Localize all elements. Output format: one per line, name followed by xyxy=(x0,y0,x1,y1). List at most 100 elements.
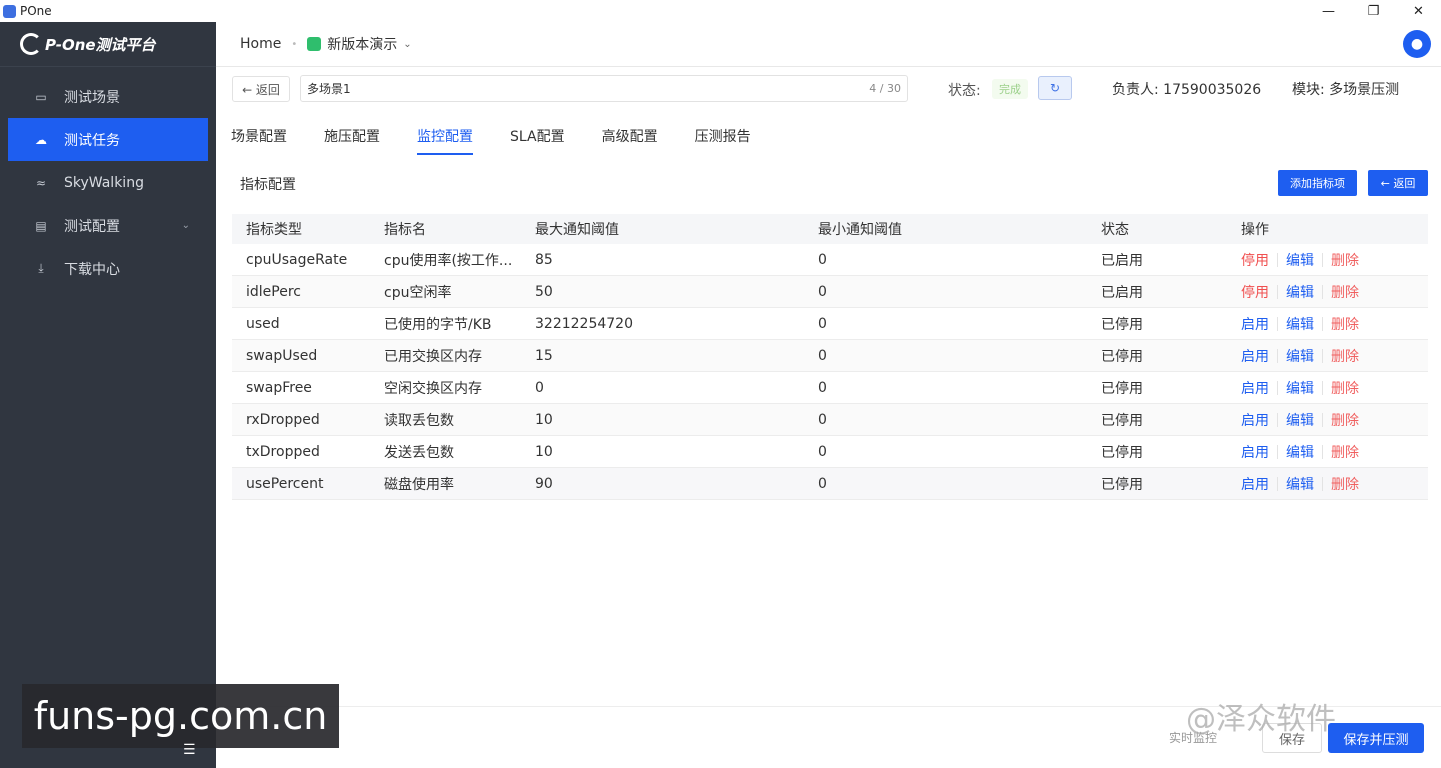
owner-info: 负责人: 17590035026 xyxy=(1112,82,1262,98)
logo: P-One测试平台 xyxy=(0,22,216,67)
metric-name-cell: 发送丢包数 xyxy=(384,444,454,461)
metric-name-cell: 已用交换区内存 xyxy=(384,348,482,365)
min-threshold-cell: 0 xyxy=(818,347,827,364)
edit-link[interactable]: 编辑 xyxy=(1286,410,1314,430)
status-cell: 已停用 xyxy=(1101,412,1143,429)
user-avatar[interactable]: ● xyxy=(1403,30,1431,58)
min-threshold-cell: 0 xyxy=(818,315,827,332)
action-divider xyxy=(1322,380,1323,395)
action-divider xyxy=(1322,252,1323,267)
status-cell: 已停用 xyxy=(1101,348,1143,365)
delete-link[interactable]: 删除 xyxy=(1331,442,1359,462)
edit-link[interactable]: 编辑 xyxy=(1286,378,1314,398)
window-titlebar: POne — ❐ ✕ xyxy=(0,0,1441,22)
action-divider xyxy=(1277,284,1278,299)
window-controls: — ❐ ✕ xyxy=(1306,0,1441,22)
delete-link[interactable]: 删除 xyxy=(1331,410,1359,430)
table-header: 指标类型 指标名 最大通知阈值 最小通知阈值 状态 操作 xyxy=(232,214,1428,244)
tab-advanced-config[interactable]: 高级配置 xyxy=(602,118,658,154)
edit-link[interactable]: 编辑 xyxy=(1286,282,1314,302)
tab-sla-config[interactable]: SLA配置 xyxy=(510,118,565,154)
sidebar-item-test-task[interactable]: ☁ 测试任务 xyxy=(8,118,208,161)
back-button[interactable]: ← 返回 xyxy=(232,76,290,102)
project-selector[interactable]: 新版本演示 xyxy=(327,34,397,54)
close-icon[interactable]: ✕ xyxy=(1396,0,1441,22)
action-divider xyxy=(1322,284,1323,299)
delete-link[interactable]: 删除 xyxy=(1331,378,1359,398)
actions-cell: 启用 编辑 删除 xyxy=(1241,474,1428,494)
action-divider xyxy=(1322,444,1323,459)
sidebar-item-test-config[interactable]: ▤ 测试配置 ⌄ xyxy=(8,204,208,247)
action-divider xyxy=(1277,348,1278,363)
action-divider xyxy=(1277,380,1278,395)
actions-cell: 启用 编辑 删除 xyxy=(1241,378,1428,398)
metric-type-cell: txDropped xyxy=(246,443,320,460)
enable-link[interactable]: 启用 xyxy=(1241,346,1269,366)
tab-report[interactable]: 压测报告 xyxy=(695,118,751,154)
watermark-right: @泽众软件 xyxy=(1186,702,1336,737)
return-button[interactable]: ← 返回 xyxy=(1368,170,1428,196)
max-threshold-cell: 85 xyxy=(535,251,553,268)
menu-collapse-icon[interactable]: ☰ xyxy=(183,742,196,758)
min-threshold-cell: 0 xyxy=(818,379,827,396)
char-counter: 4 / 30 xyxy=(869,82,901,95)
delete-link[interactable]: 删除 xyxy=(1331,474,1359,494)
skywalking-icon: ≈ xyxy=(35,175,47,190)
status-cell: 已停用 xyxy=(1101,380,1143,397)
edit-link[interactable]: 编辑 xyxy=(1286,346,1314,366)
chevron-down-icon[interactable]: ⌄ xyxy=(403,39,411,50)
status-label: 状态: xyxy=(948,83,981,99)
breadcrumb-home[interactable]: Home xyxy=(240,36,281,52)
metric-type-cell: swapUsed xyxy=(246,347,318,364)
tab-monitor-config[interactable]: 监控配置 xyxy=(417,118,473,155)
enable-link[interactable]: 启用 xyxy=(1241,410,1269,430)
disable-link[interactable]: 停用 xyxy=(1241,250,1269,270)
sidebar-item-label: 测试任务 xyxy=(64,132,120,149)
delete-link[interactable]: 删除 xyxy=(1331,282,1359,302)
maximize-icon[interactable]: ❐ xyxy=(1351,0,1396,22)
tab-scene-config[interactable]: 场景配置 xyxy=(231,118,287,154)
edit-link[interactable]: 编辑 xyxy=(1286,314,1314,334)
status-cell: 已停用 xyxy=(1101,444,1143,461)
add-metric-button[interactable]: 添加指标项 xyxy=(1278,170,1357,196)
module-info: 模块: 多场景压测 xyxy=(1292,82,1400,98)
status-badge: 完成 xyxy=(992,79,1028,99)
enable-link[interactable]: 启用 xyxy=(1241,474,1269,494)
save-and-run-button[interactable]: 保存并压测 xyxy=(1328,723,1424,753)
enable-link[interactable]: 启用 xyxy=(1241,378,1269,398)
column-header: 状态 xyxy=(1101,222,1129,238)
action-divider xyxy=(1277,412,1278,427)
edit-link[interactable]: 编辑 xyxy=(1286,474,1314,494)
edit-link[interactable]: 编辑 xyxy=(1286,442,1314,462)
action-divider xyxy=(1322,412,1323,427)
delete-link[interactable]: 删除 xyxy=(1331,314,1359,334)
logo-text: P-One测试平台 xyxy=(45,35,156,54)
column-header: 指标名 xyxy=(384,222,426,238)
max-threshold-cell: 32212254720 xyxy=(535,315,633,332)
metric-name-cell: 空闲交换区内存 xyxy=(384,380,482,397)
scene-name-value: 多场景1 xyxy=(307,82,351,96)
sidebar-item-skywalking[interactable]: ≈ SkyWalking xyxy=(8,161,208,204)
metric-name-cell: cpu空闲率 xyxy=(384,284,452,301)
action-divider xyxy=(1277,252,1278,267)
metric-name-cell: 读取丢包数 xyxy=(384,412,454,429)
delete-link[interactable]: 删除 xyxy=(1331,346,1359,366)
edit-link[interactable]: 编辑 xyxy=(1286,250,1314,270)
delete-link[interactable]: 删除 xyxy=(1331,250,1359,270)
sidebar-item-label: SkyWalking xyxy=(64,174,144,191)
action-divider xyxy=(1277,476,1278,491)
minimize-icon[interactable]: — xyxy=(1306,0,1351,22)
enable-link[interactable]: 启用 xyxy=(1241,314,1269,334)
metric-type-cell: swapFree xyxy=(246,379,312,396)
table-row: swapUsed 已用交换区内存 15 0 已停用 启用 编辑 删除 xyxy=(232,340,1428,372)
actions-cell: 停用 编辑 删除 xyxy=(1241,250,1428,270)
app-title: POne xyxy=(20,4,52,18)
disable-link[interactable]: 停用 xyxy=(1241,282,1269,302)
scene-name-input[interactable]: 多场景1 4 / 30 xyxy=(300,75,908,102)
sidebar-item-test-scene[interactable]: ▭ 测试场景 xyxy=(8,75,208,118)
sidebar-item-download-center[interactable]: ⤓ 下载中心 xyxy=(8,247,208,290)
tab-load-config[interactable]: 施压配置 xyxy=(324,118,380,154)
enable-link[interactable]: 启用 xyxy=(1241,442,1269,462)
refresh-button[interactable]: ↻ xyxy=(1038,76,1072,100)
table-row: usePercent 磁盘使用率 90 0 已停用 启用 编辑 删除 xyxy=(232,468,1428,500)
